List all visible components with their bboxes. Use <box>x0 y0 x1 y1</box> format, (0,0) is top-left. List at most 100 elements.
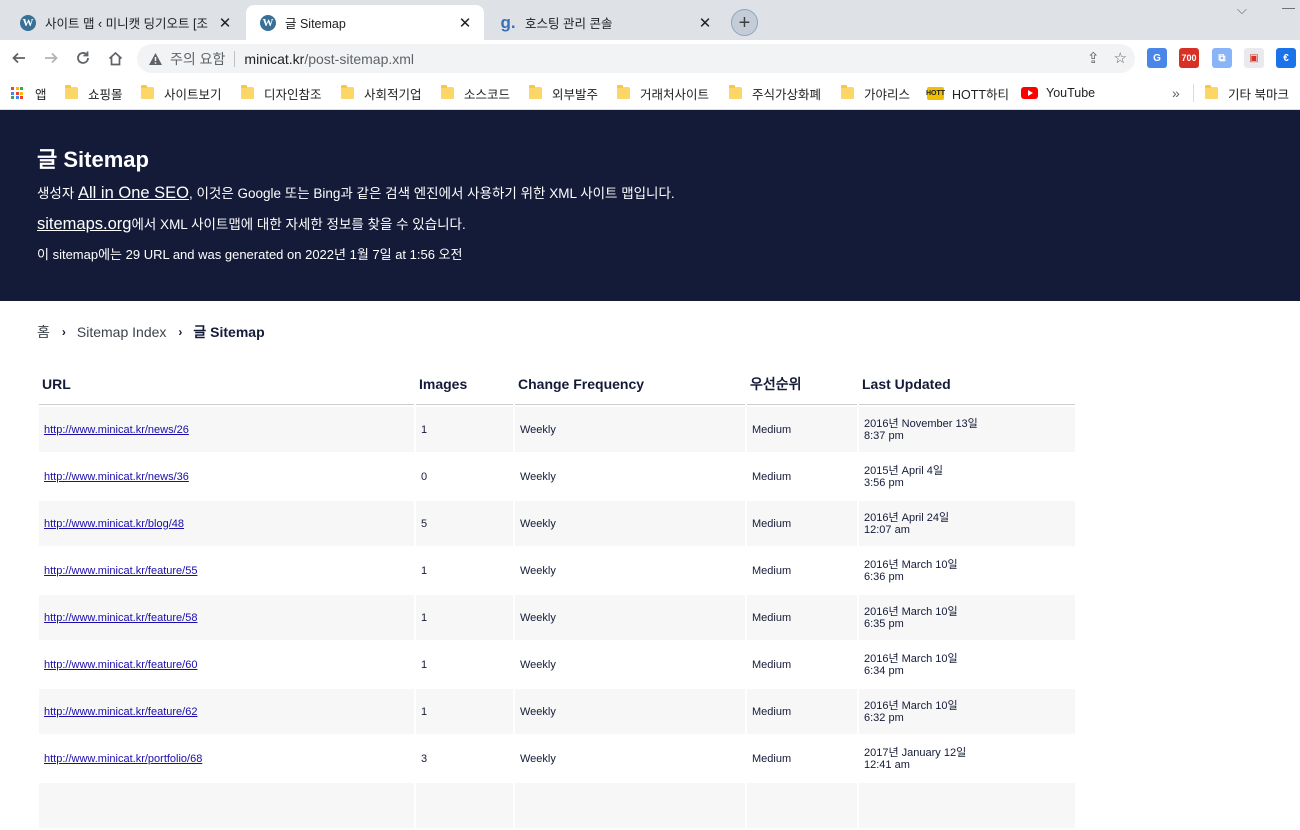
security-label[interactable]: 주의 요함 <box>170 49 225 69</box>
sitemaps-org-link[interactable]: sitemaps.org <box>37 215 131 233</box>
close-icon[interactable]: ✕ <box>216 14 234 32</box>
sitemap-url-link[interactable]: http://www.minicat.kr/feature/60 <box>44 659 197 671</box>
bookmark-youtube[interactable]: YouTube <box>1021 84 1095 102</box>
time-text: 6:35 pm <box>864 617 904 630</box>
date-text: 2016년 April 24일 <box>864 511 950 524</box>
priority-cell: Medium <box>747 736 857 781</box>
warning-icon[interactable] <box>147 51 163 67</box>
folder-icon <box>729 85 742 99</box>
url-cell: http://www.minicat.kr/feature/60 <box>39 642 414 687</box>
bookmark-folder[interactable]: 거래처사이트 <box>617 84 709 102</box>
images-cell: 1 <box>416 642 513 687</box>
bookmark-folder[interactable]: 사이트보기 <box>141 84 222 102</box>
tab-title: 글 Sitemap <box>285 17 346 31</box>
time-text: 12:07 am <box>864 523 910 536</box>
bookmark-apps[interactable]: 앱 <box>11 84 47 102</box>
priority-cell <box>747 783 857 828</box>
priority-cell: Medium <box>747 407 857 452</box>
share-icon[interactable]: ⇪ <box>1087 49 1100 67</box>
url-text[interactable]: minicat.kr/post-sitemap.xml <box>244 51 414 67</box>
header-description: 생성자 All in One SEO, 이것은 Google 또는 Bing과 … <box>37 184 1263 203</box>
extension-icon[interactable]: ⧉ <box>1212 48 1232 68</box>
folder-icon <box>841 85 854 99</box>
bookmarks-overflow-button[interactable]: » <box>1172 84 1180 102</box>
time-text: 3:56 pm <box>864 476 904 489</box>
close-icon[interactable]: ✕ <box>456 14 474 32</box>
sitemap-url-link[interactable]: http://www.minicat.kr/news/26 <box>44 424 189 436</box>
priority-cell: Medium <box>747 548 857 593</box>
images-cell: 1 <box>416 548 513 593</box>
wordpress-icon: W <box>20 14 36 31</box>
address-bar[interactable]: 주의 요함 minicat.kr/post-sitemap.xml ⇪ ☆ <box>137 44 1135 73</box>
description-prefix: 생성자 <box>37 186 79 201</box>
column-header-change-frequency[interactable]: Change Frequency <box>515 364 745 405</box>
star-icon[interactable]: ☆ <box>1114 49 1127 67</box>
bookmark-label: 외부발주 <box>552 87 599 102</box>
cast-extension-icon[interactable]: ▣ <box>1244 48 1264 68</box>
bookmark-folder[interactable]: 외부발주 <box>529 84 598 102</box>
sitemap-url-link[interactable]: http://www.minicat.kr/blog/48 <box>44 518 184 530</box>
breadcrumb-home[interactable]: 홈 <box>37 322 50 342</box>
last-updated-cell: 2016년 April 24일 12:07 am <box>859 501 1075 546</box>
euro-extension-icon[interactable]: € <box>1276 48 1296 68</box>
frequency-cell: Weekly <box>515 689 745 734</box>
back-button[interactable] <box>7 46 31 70</box>
bookmark-hott[interactable]: HOTT HOTT하티 <box>926 84 1009 102</box>
home-button[interactable] <box>103 46 127 70</box>
bookmark-folder[interactable]: 사회적기업 <box>341 84 422 102</box>
divider <box>1193 84 1194 102</box>
bookmark-label: 디자인참조 <box>264 87 322 102</box>
last-updated-cell: 2015년 April 4일 3:56 pm <box>859 454 1075 499</box>
bookmark-folder[interactable]: 소스코드 <box>441 84 510 102</box>
column-header-url[interactable]: URL <box>39 364 414 405</box>
sitemap-url-link[interactable]: http://www.minicat.kr/feature/58 <box>44 612 197 624</box>
date-text: 2016년 March 10일 <box>864 558 958 571</box>
bookmark-label: 사회적기업 <box>364 87 422 102</box>
bookmark-folder[interactable]: 디자인참조 <box>241 84 322 102</box>
bookmark-folder[interactable]: 가야리스 <box>841 84 910 102</box>
translate-extension-icon[interactable]: G <box>1147 48 1167 68</box>
bookmark-label: 주식가상화폐 <box>752 87 822 102</box>
youtube-icon <box>1021 87 1038 99</box>
reload-button[interactable] <box>71 46 95 70</box>
folder-icon <box>241 85 254 99</box>
frequency-cell: Weekly <box>515 548 745 593</box>
minimize-icon[interactable]: — <box>1282 0 1295 15</box>
table-row: http://www.minicat.kr/portfolio/68 3 Wee… <box>39 736 1075 781</box>
forward-button[interactable] <box>39 46 63 70</box>
column-header-images[interactable]: Images <box>416 364 513 405</box>
sitemap-url-link[interactable]: http://www.minicat.kr/news/36 <box>44 471 189 483</box>
close-icon[interactable]: ✕ <box>696 14 714 32</box>
bookmark-other[interactable]: 기타 북마크 <box>1205 84 1289 102</box>
divider <box>234 50 236 67</box>
images-cell: 1 <box>416 407 513 452</box>
tab-hosting-console[interactable]: g. 호스팅 관리 콘솔 ✕ <box>486 5 724 40</box>
column-header-priority[interactable]: 우선순위 <box>747 364 857 405</box>
sitemap-url-link[interactable]: http://www.minicat.kr/portfolio/68 <box>44 753 202 765</box>
date-text: 2016년 March 10일 <box>864 605 958 618</box>
tab-sitemap-admin[interactable]: W 사이트 맵 ‹ 미니캣 딩기오트 [조 ✕ <box>6 5 244 40</box>
breadcrumb: 홈 › Sitemap Index › 글 Sitemap <box>37 322 265 342</box>
new-tab-button[interactable]: + <box>731 9 758 36</box>
last-updated-cell: 2016년 March 10일 6:32 pm <box>859 689 1075 734</box>
bookmark-folder[interactable]: 주식가상화폐 <box>729 84 821 102</box>
bookmark-label: 사이트보기 <box>164 87 222 102</box>
table-header-row: URL Images Change Frequency 우선순위 Last Up… <box>39 364 1075 405</box>
bookmark-folder[interactable]: 쇼핑몰 <box>65 84 123 102</box>
page-title: 글 Sitemap <box>37 147 149 172</box>
frequency-cell: Weekly <box>515 454 745 499</box>
folder-icon <box>1205 85 1218 99</box>
column-header-last-updated[interactable]: Last Updated <box>859 364 1075 405</box>
gmail-extension-icon[interactable]: 700 <box>1179 48 1199 68</box>
sitemap-url-link[interactable]: http://www.minicat.kr/feature/62 <box>44 706 197 718</box>
priority-cell: Medium <box>747 595 857 640</box>
aioseo-link[interactable]: All in One SEO <box>78 184 189 202</box>
sitemap-url-link[interactable]: http://www.minicat.kr/feature/55 <box>44 565 197 577</box>
breadcrumb-sitemap-index[interactable]: Sitemap Index <box>77 324 167 340</box>
gabia-icon: g. <box>500 12 516 32</box>
browser-toolbar: 주의 요함 minicat.kr/post-sitemap.xml ⇪ ☆ G … <box>0 40 1300 76</box>
chevron-down-icon[interactable]: ⌵ <box>1237 2 1247 18</box>
table-row <box>39 783 1075 828</box>
tab-post-sitemap[interactable]: W 글 Sitemap ✕ <box>246 5 484 40</box>
url-cell: http://www.minicat.kr/feature/58 <box>39 595 414 640</box>
